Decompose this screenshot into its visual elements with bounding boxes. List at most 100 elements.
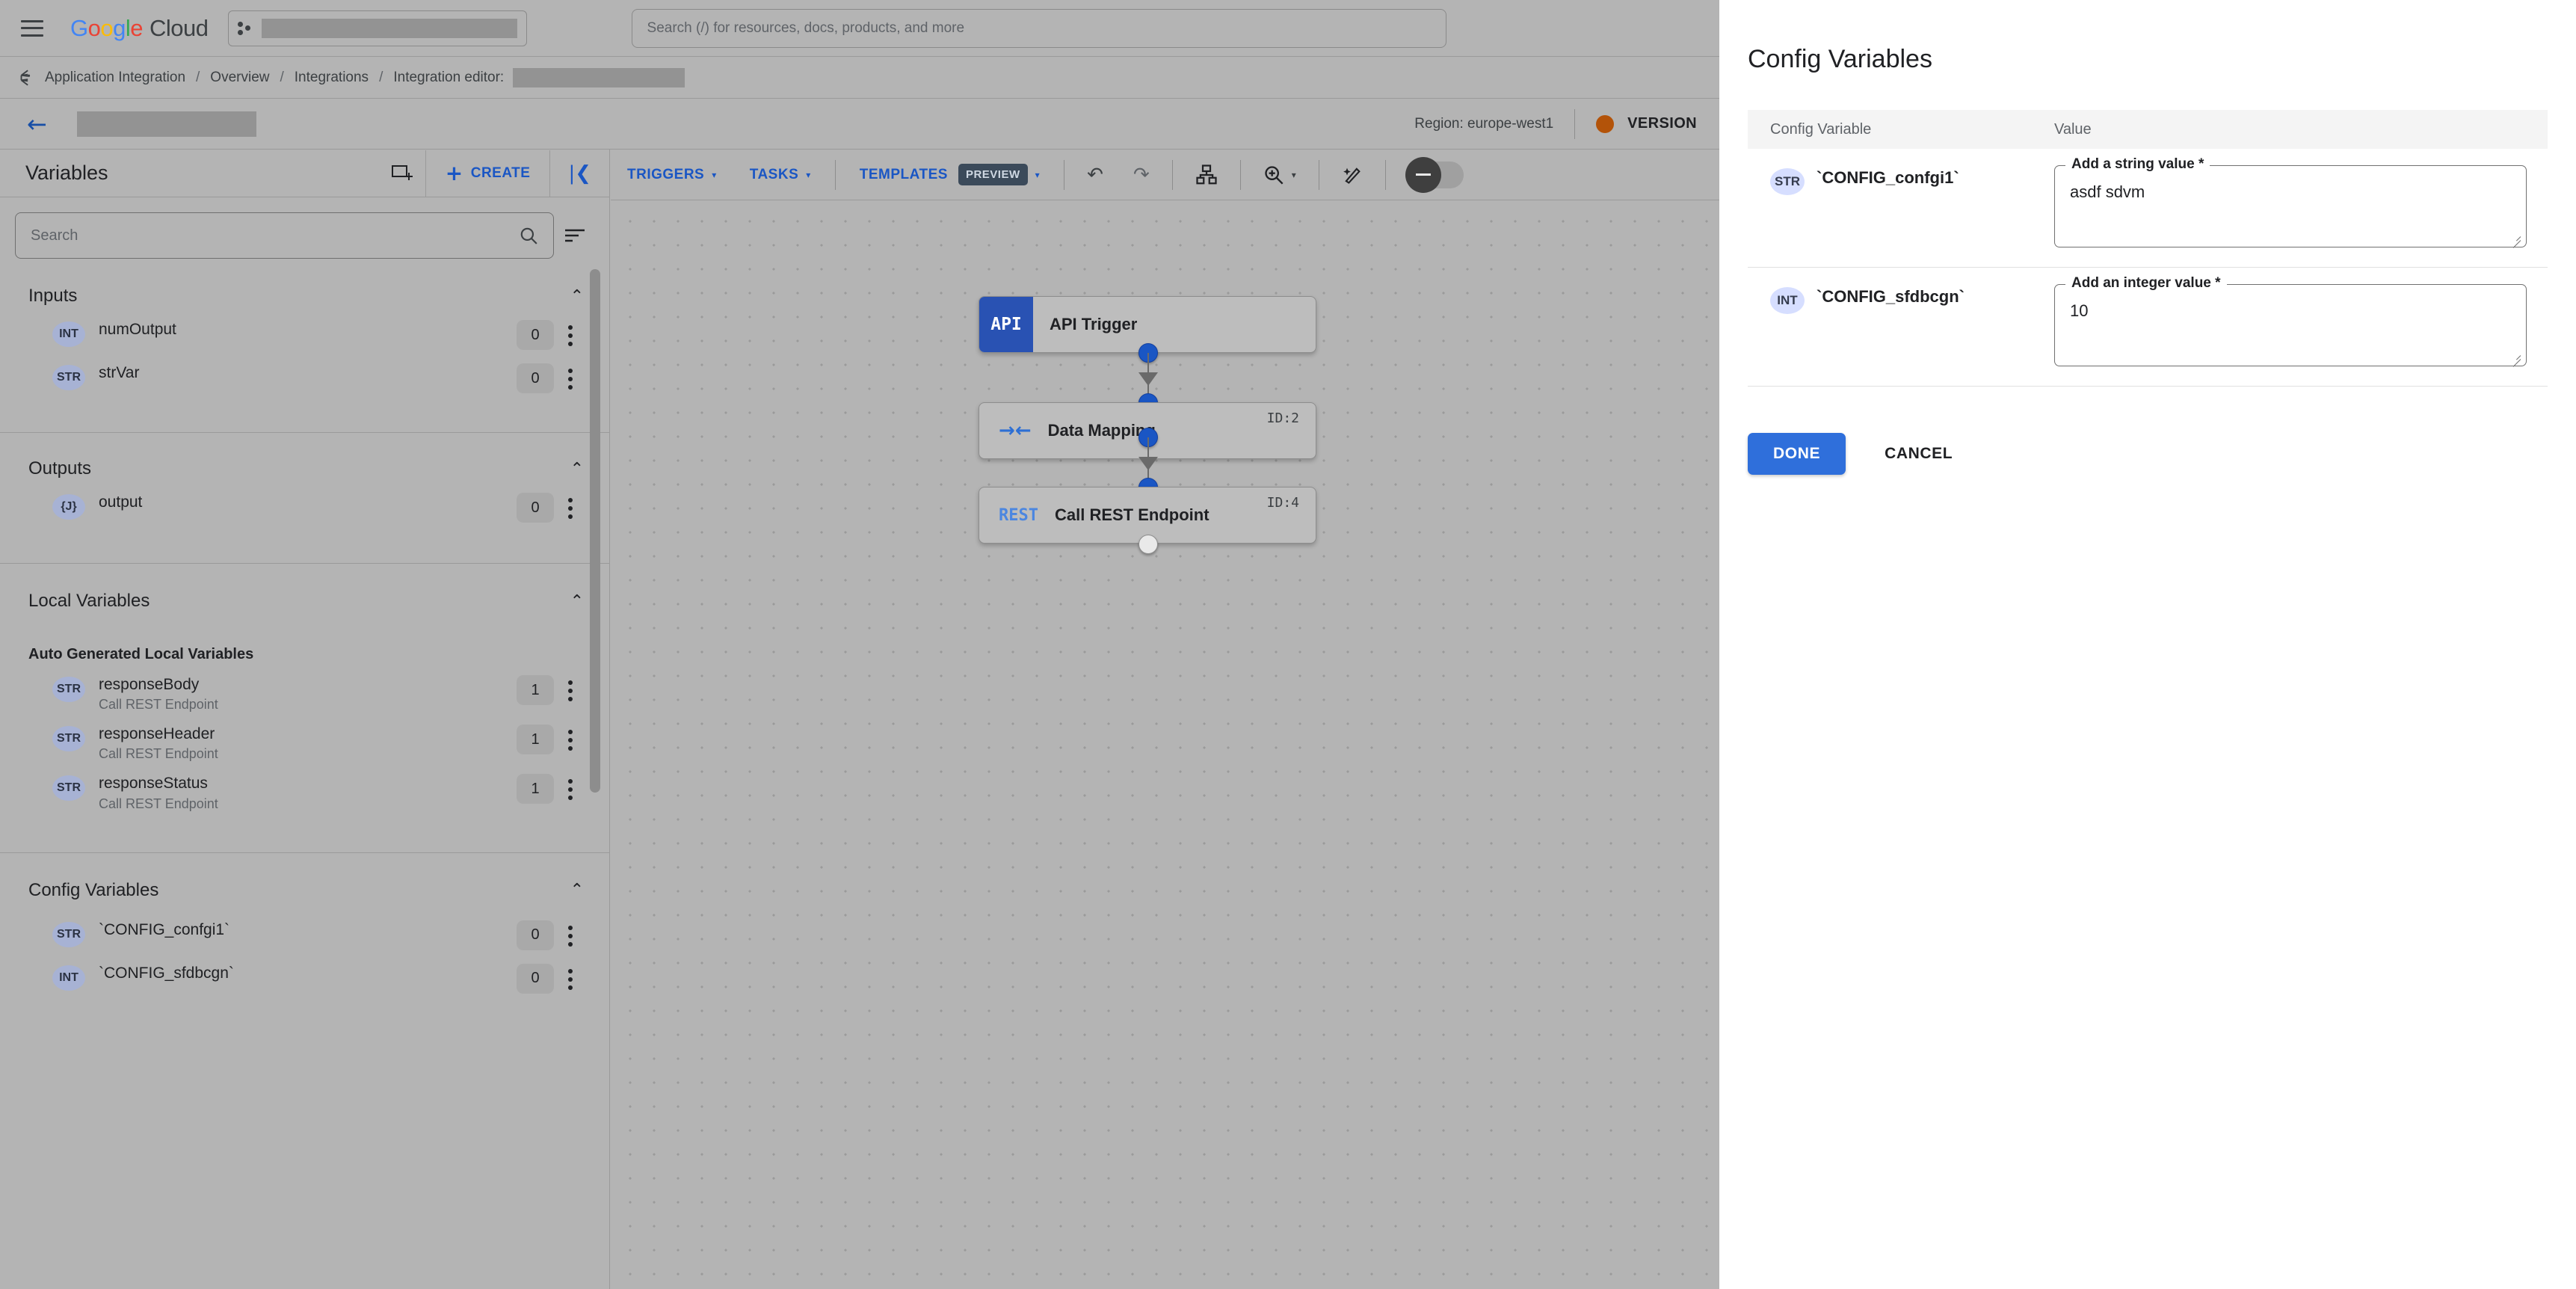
- breadcrumb-separator: /: [379, 69, 383, 85]
- usage-count: 0: [517, 493, 554, 523]
- add-panel-icon[interactable]: [380, 164, 425, 183]
- breadcrumb-item-3[interactable]: Integration editor:: [393, 70, 504, 86]
- version-button[interactable]: VERSION: [1627, 115, 1697, 132]
- flow-canvas[interactable]: API API Trigger →← Data Mapping ID:2 RES…: [611, 200, 1719, 1289]
- row-menu-icon[interactable]: [554, 363, 587, 395]
- list-item[interactable]: STR responseBody Call REST Endpoint 1: [0, 669, 609, 719]
- group-title: Inputs: [28, 286, 78, 306]
- list-item[interactable]: STR strVar 0: [0, 357, 609, 401]
- type-badge: STR: [1770, 168, 1805, 195]
- breadcrumb-item-0[interactable]: Application Integration: [45, 70, 185, 86]
- row-menu-icon[interactable]: [554, 493, 587, 524]
- triggers-menu[interactable]: TRIGGERS ▾: [611, 167, 733, 183]
- chevron-down-icon: ▾: [1035, 169, 1041, 180]
- row-menu-icon[interactable]: [554, 920, 587, 952]
- global-search-input[interactable]: Search (/) for resources, docs, products…: [631, 8, 1446, 48]
- list-item[interactable]: {J} output 0: [0, 487, 609, 530]
- tasks-menu[interactable]: TASKS ▾: [733, 167, 828, 183]
- rest-chip: REST: [999, 505, 1038, 525]
- column-header-variable: Config Variable: [1770, 120, 1872, 138]
- resize-handle-icon[interactable]: [2509, 231, 2521, 248]
- type-badge: STR: [52, 726, 85, 752]
- integer-value-field[interactable]: Add an integer value * 10: [2054, 275, 2527, 367]
- list-item[interactable]: INT `CONFIG_sfdbcgn` 0: [0, 958, 609, 1001]
- variable-name: responseStatus: [99, 775, 208, 793]
- breadcrumb-item-1[interactable]: Overview: [210, 70, 269, 86]
- list-item[interactable]: STR `CONFIG_confgi1` 0: [0, 908, 609, 958]
- auto-layout-icon[interactable]: [1180, 164, 1233, 186]
- type-badge: STR: [52, 677, 85, 702]
- node-label: API Trigger: [1050, 315, 1138, 333]
- chevron-up-icon[interactable]: ⌃: [570, 287, 584, 306]
- variables-search-row: Search: [0, 197, 609, 269]
- type-badge: {J}: [52, 494, 85, 520]
- integration-canvas-area: TRIGGERS ▾ TASKS ▾ TEMPLATES PREVIEW ▾ ↶…: [611, 150, 1719, 1289]
- group-title: Config Variables: [28, 879, 159, 900]
- chevron-up-icon[interactable]: ⌃: [570, 881, 584, 899]
- divider: [1171, 159, 1173, 190]
- string-value-field[interactable]: Add a string value * asdf sdvm: [2054, 156, 2527, 248]
- hamburger-icon[interactable]: [21, 19, 43, 37]
- region-label: Region: europe-west1: [1414, 115, 1554, 132]
- resize-handle-icon[interactable]: [2509, 350, 2521, 367]
- group-title: Outputs: [28, 458, 92, 479]
- type-badge: INT: [52, 322, 85, 347]
- toggle-knob: [1405, 156, 1441, 193]
- row-menu-icon[interactable]: [554, 725, 587, 756]
- google-cloud-logo[interactable]: Google Cloud: [70, 15, 209, 42]
- row-menu-icon[interactable]: [554, 675, 587, 707]
- node-output-port[interactable]: [1138, 535, 1158, 554]
- panel-actions: DONE CANCEL: [1748, 433, 2576, 475]
- project-name-redacted: [261, 18, 517, 38]
- table-row: STR `CONFIG_confgi1` Add a string value …: [1748, 149, 2548, 268]
- collapse-panel-icon[interactable]: |❮: [550, 162, 609, 185]
- row-menu-icon[interactable]: [554, 964, 587, 995]
- done-button[interactable]: DONE: [1748, 433, 1846, 475]
- list-item[interactable]: STR responseStatus Call REST Endpoint 1: [0, 768, 609, 817]
- chevron-down-icon: ▾: [806, 169, 811, 180]
- chevron-down-icon: ▾: [712, 169, 717, 180]
- toggle-switch-off[interactable]: [1405, 156, 1464, 193]
- subbar-divider: [1574, 108, 1576, 139]
- divider: [1239, 159, 1241, 190]
- group-header-outputs[interactable]: Outputs ⌃: [0, 433, 609, 487]
- integration-name-redacted: [513, 67, 685, 87]
- back-arrow-icon[interactable]: ←: [27, 112, 47, 136]
- column-header-value: Value: [2054, 120, 2092, 138]
- group-header-inputs[interactable]: Inputs ⌃: [0, 269, 609, 314]
- chevron-up-icon[interactable]: ⌃: [570, 460, 584, 479]
- row-menu-icon[interactable]: [554, 774, 587, 805]
- version-status-dot: [1596, 114, 1615, 133]
- list-item[interactable]: STR responseHeader Call REST Endpoint 1: [0, 719, 609, 768]
- group-header-config-variables[interactable]: Config Variables ⌃: [0, 853, 609, 908]
- sort-icon[interactable]: [554, 227, 596, 244]
- undo-icon[interactable]: ↶: [1072, 164, 1118, 186]
- type-badge: INT: [52, 965, 85, 991]
- group-header-local-variables[interactable]: Local Variables ⌃: [0, 564, 609, 619]
- zoom-icon[interactable]: ▾: [1248, 164, 1311, 185]
- breadcrumb-item-2[interactable]: Integrations: [295, 70, 369, 86]
- canvas-toolbar: TRIGGERS ▾ TASKS ▾ TEMPLATES PREVIEW ▾ ↶…: [611, 150, 1719, 200]
- variable-name: `CONFIG_confgi1`: [99, 920, 230, 938]
- create-variable-button[interactable]: + CREATE: [426, 162, 550, 184]
- row-menu-icon[interactable]: [554, 320, 587, 351]
- usage-count: 1: [517, 725, 554, 755]
- variables-scroll-area: Inputs ⌃ INT numOutput 0 STR strVar 0 Ou…: [0, 269, 609, 1289]
- logo-letter: G: [70, 14, 88, 41]
- chevron-up-icon[interactable]: ⌃: [570, 592, 584, 611]
- table-header-row: Config Variable Value: [1748, 110, 2548, 149]
- sidebar-scrollbar[interactable]: [590, 269, 600, 793]
- field-label: Add a string value *: [2065, 156, 2210, 173]
- field-value: asdf sdvm: [2070, 182, 2145, 201]
- usage-count: 0: [517, 920, 554, 950]
- search-input[interactable]: Search: [15, 212, 554, 259]
- api-chip: API: [979, 297, 1033, 352]
- list-item[interactable]: INT numOutput 0: [0, 314, 609, 357]
- cancel-button[interactable]: CANCEL: [1862, 433, 1975, 475]
- test-pen-icon[interactable]: [1327, 164, 1378, 185]
- variable-name: `CONFIG_sfdbcgn`: [99, 964, 234, 982]
- templates-menu[interactable]: TEMPLATES PREVIEW ▾: [843, 164, 1056, 185]
- project-picker[interactable]: [227, 10, 527, 46]
- variable-source: Call REST Endpoint: [99, 697, 218, 713]
- redo-icon[interactable]: ↷: [1118, 164, 1165, 186]
